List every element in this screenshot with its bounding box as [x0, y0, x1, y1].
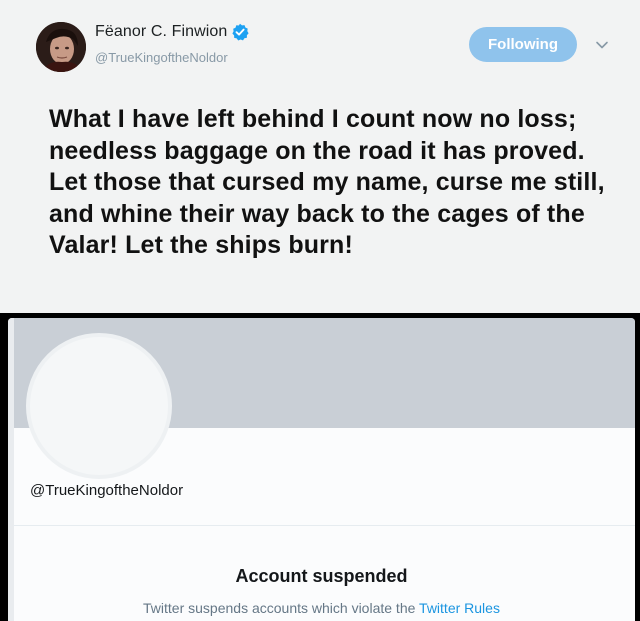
display-name[interactable]: Fëanor C. Finwion	[95, 23, 250, 41]
tweet-card: Fëanor C. Finwion @TrueKingoftheNoldor F…	[0, 0, 640, 313]
suspension-description: Twitter suspends accounts which violate …	[8, 600, 635, 616]
following-button[interactable]: Following	[469, 27, 577, 62]
tweet-text: What I have left behind I count now no l…	[49, 105, 605, 259]
verified-badge-icon	[231, 23, 250, 41]
profile-avatar-placeholder	[26, 333, 172, 479]
user-handle[interactable]: @TrueKingoftheNoldor	[95, 50, 228, 65]
user-avatar[interactable]	[36, 22, 86, 72]
chevron-down-icon[interactable]	[593, 36, 611, 54]
account-suspended-title: Account suspended	[235, 566, 408, 586]
twitter-rules-link[interactable]: Twitter Rules	[419, 600, 500, 616]
divider	[14, 525, 635, 526]
suspended-profile-card: @TrueKingoftheNoldor Account suspended T…	[8, 318, 635, 621]
suspension-description-text: Twitter suspends accounts which violate …	[143, 600, 416, 616]
profile-handle: @TrueKingoftheNoldor	[30, 482, 184, 499]
display-name-text: Fëanor C. Finwion	[95, 23, 228, 40]
